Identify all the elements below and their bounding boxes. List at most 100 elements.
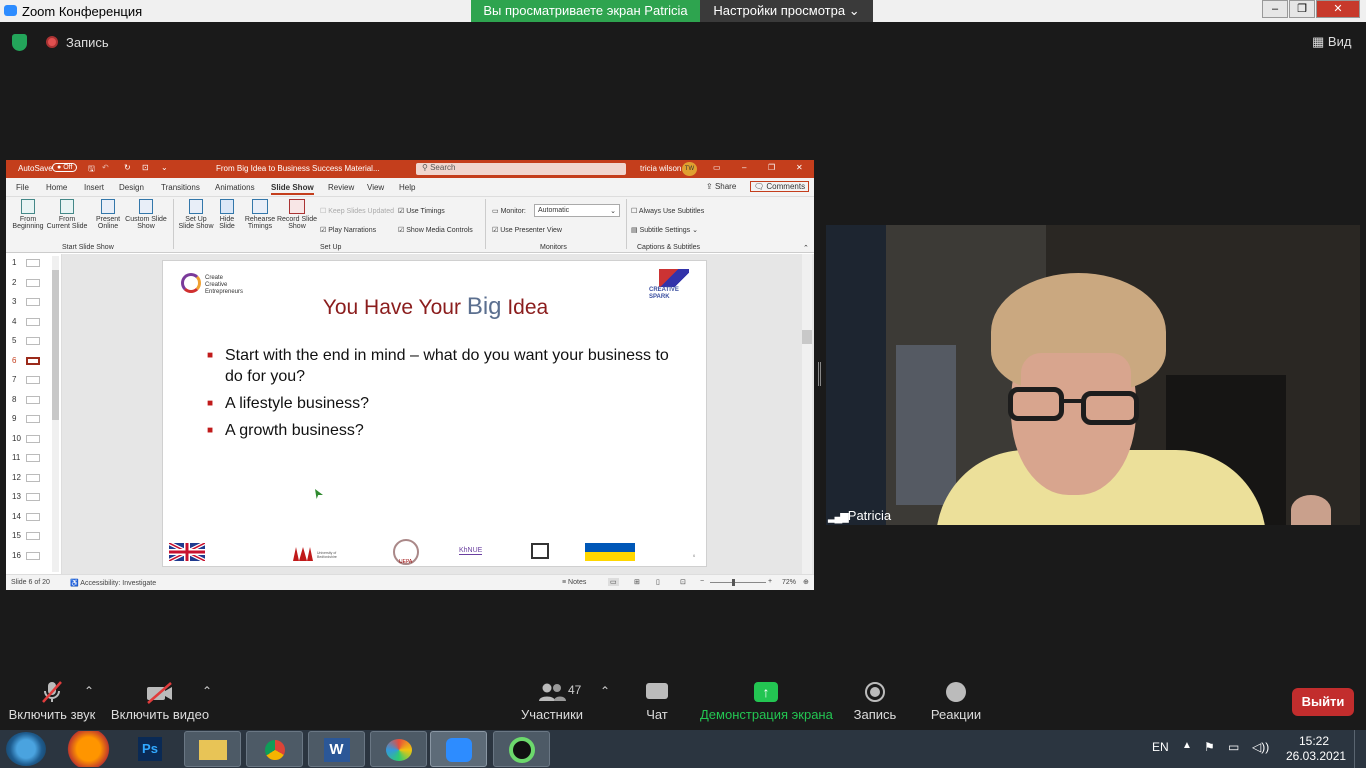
scrollbar-thumb[interactable] — [802, 330, 812, 344]
tab-insert[interactable]: Insert — [84, 183, 104, 192]
security-shield-icon[interactable] — [12, 34, 27, 51]
fit-slide-icon[interactable]: ⊕ — [803, 578, 809, 586]
scrollbar-thumb[interactable] — [52, 270, 59, 420]
slide-thumbnail[interactable] — [26, 532, 40, 540]
slide-thumbnail[interactable] — [26, 473, 40, 482]
icq-taskbar-item[interactable] — [493, 731, 550, 767]
tab-home[interactable]: Home — [46, 183, 67, 192]
action-center-flag-icon[interactable]: ⚑ — [1204, 740, 1215, 754]
from-current-button[interactable]: From Current Slide — [46, 199, 88, 230]
from-beginning-button[interactable]: From Beginning — [11, 199, 45, 230]
participants-chevron-icon[interactable]: ⌃ — [600, 684, 610, 698]
presenter-view-checkbox[interactable]: ☑ Use Presenter View — [492, 226, 562, 234]
slide-sorter-icon[interactable]: ⊞ — [634, 578, 640, 586]
record-button-icon[interactable] — [865, 682, 885, 702]
video-options-chevron-icon[interactable]: ⌃ — [202, 684, 212, 698]
zoom-taskbar-item[interactable] — [430, 731, 487, 767]
reading-view-icon[interactable]: ▯ — [656, 578, 660, 586]
slide-thumbnail[interactable] — [26, 454, 40, 462]
search-box[interactable]: ⚲ Search — [416, 163, 626, 175]
play-narrations-checkbox[interactable]: ☑ Play Narrations — [320, 226, 376, 234]
ribbon-display-icon[interactable]: ▭ — [713, 163, 721, 172]
zoom-in-icon[interactable]: + — [768, 578, 772, 585]
slideshow-view-icon[interactable]: ⊡ — [680, 578, 686, 586]
slide-thumbnail[interactable] — [26, 356, 40, 365]
tab-animations[interactable]: Animations — [215, 183, 255, 192]
ppt-close-icon[interactable]: ✕ — [796, 163, 803, 172]
zoom-slider-thumb[interactable] — [732, 579, 735, 586]
ppt-restore-icon[interactable]: ❐ — [768, 163, 775, 172]
slide-thumbnail[interactable] — [26, 512, 40, 521]
tab-help[interactable]: Help — [399, 183, 415, 192]
rehearse-timings-button[interactable]: Rehearse Timings — [242, 199, 278, 230]
ppt-minimize-icon[interactable]: – — [742, 163, 746, 172]
start-video-button[interactable] — [146, 682, 174, 709]
slide-thumbnail[interactable] — [26, 259, 40, 267]
monitor-select[interactable]: Automatic ⌄ — [534, 204, 620, 217]
show-media-controls-checkbox[interactable]: ☑ Show Media Controls — [398, 226, 473, 234]
zoom-level[interactable]: 72% — [782, 579, 796, 586]
volume-icon[interactable]: ◁)) — [1252, 740, 1269, 754]
chrome-taskbar-item[interactable] — [246, 731, 303, 767]
slide-scrollbar[interactable] — [802, 254, 812, 574]
participant-video[interactable]: ▂▄▆ Patricia — [826, 225, 1360, 525]
participants-button[interactable] — [538, 682, 566, 707]
record-slideshow-button[interactable]: Record Slide Show — [276, 199, 318, 230]
maximize-button[interactable]: ❐ — [1289, 0, 1315, 18]
word-taskbar-item[interactable]: W — [308, 731, 365, 767]
reactions-smiley-icon[interactable] — [946, 682, 966, 702]
use-timings-checkbox[interactable]: ☑ Use Timings — [398, 207, 445, 215]
explorer-taskbar-item[interactable] — [184, 731, 241, 767]
photoshop-taskbar-item[interactable]: Ps — [124, 731, 176, 767]
share-screen-icon[interactable]: ↑ — [754, 682, 778, 702]
tab-file[interactable]: File — [16, 183, 29, 192]
keep-slides-updated-checkbox[interactable]: ☐ Keep Slides Updated — [320, 207, 394, 215]
current-slide[interactable]: Create Creative Entrepreneurs CREATIVE SPAR… — [162, 260, 707, 567]
collapse-ribbon-icon[interactable]: ⌃ — [803, 244, 809, 252]
slide-thumbnail[interactable] — [26, 298, 40, 306]
save-icon[interactable]: 🖫 — [88, 163, 95, 177]
leave-meeting-button[interactable]: Выйти — [1292, 688, 1354, 716]
chat-icon[interactable] — [646, 683, 668, 699]
present-online-button[interactable]: Present Online — [92, 199, 124, 230]
tab-design[interactable]: Design — [119, 183, 144, 192]
normal-view-icon[interactable]: ▭ — [608, 578, 619, 586]
input-language[interactable]: EN — [1152, 740, 1169, 754]
present-icon[interactable]: ⊡ — [142, 163, 149, 172]
comments-button[interactable]: 🗨 Comments — [750, 181, 810, 192]
slide-thumbnail[interactable] — [26, 434, 40, 443]
tab-review[interactable]: Review — [328, 183, 354, 192]
slide-thumbnail[interactable] — [26, 337, 40, 345]
zoom-out-icon[interactable]: − — [700, 578, 704, 585]
notes-button[interactable]: ≡ Notes — [562, 579, 586, 586]
accessibility-status[interactable]: ♿ Accessibility: Investigate — [70, 579, 156, 587]
minimize-button[interactable]: – — [1262, 0, 1288, 18]
tab-view[interactable]: View — [367, 183, 384, 192]
tray-expand-icon[interactable]: ▲ — [1182, 740, 1192, 751]
slide-thumbnail[interactable] — [26, 493, 40, 501]
windows-start-button[interactable] — [6, 732, 46, 766]
network-icon[interactable]: ▭ — [1228, 740, 1239, 754]
slide-thumbnail[interactable] — [26, 551, 40, 560]
unmute-button[interactable] — [10, 680, 94, 709]
hide-slide-button[interactable]: Hide Slide — [216, 199, 238, 230]
slide-thumbnail[interactable] — [26, 278, 40, 287]
view-settings-button[interactable]: Настройки просмотра ⌄ — [700, 0, 873, 22]
customize-qat-icon[interactable]: ⌄ — [161, 163, 168, 172]
audio-options-chevron-icon[interactable]: ⌃ — [84, 684, 94, 698]
paint-taskbar-item[interactable] — [370, 731, 427, 767]
tab-transitions[interactable]: Transitions — [161, 183, 200, 192]
panel-resize-handle[interactable] — [818, 362, 821, 386]
autosave-toggle[interactable]: ● Off — [52, 163, 78, 172]
zoom-slider[interactable] — [710, 579, 766, 586]
share-button[interactable]: ⇪ Share — [706, 182, 736, 191]
system-clock[interactable]: 15:22 26.03.2021 — [1286, 734, 1346, 764]
subtitle-settings-button[interactable]: ▤ Subtitle Settings ⌄ — [631, 226, 698, 234]
slide-thumbnail[interactable] — [26, 376, 40, 384]
setup-slideshow-button[interactable]: Set Up Slide Show — [176, 199, 216, 230]
undo-icon[interactable]: ↶ — [102, 163, 109, 172]
view-button[interactable]: ▦ Вид — [1312, 34, 1351, 50]
custom-slideshow-button[interactable]: Custom Slide Show — [124, 199, 168, 230]
thumbnail-scrollbar[interactable] — [52, 256, 59, 572]
slide-thumbnail[interactable] — [26, 415, 40, 423]
